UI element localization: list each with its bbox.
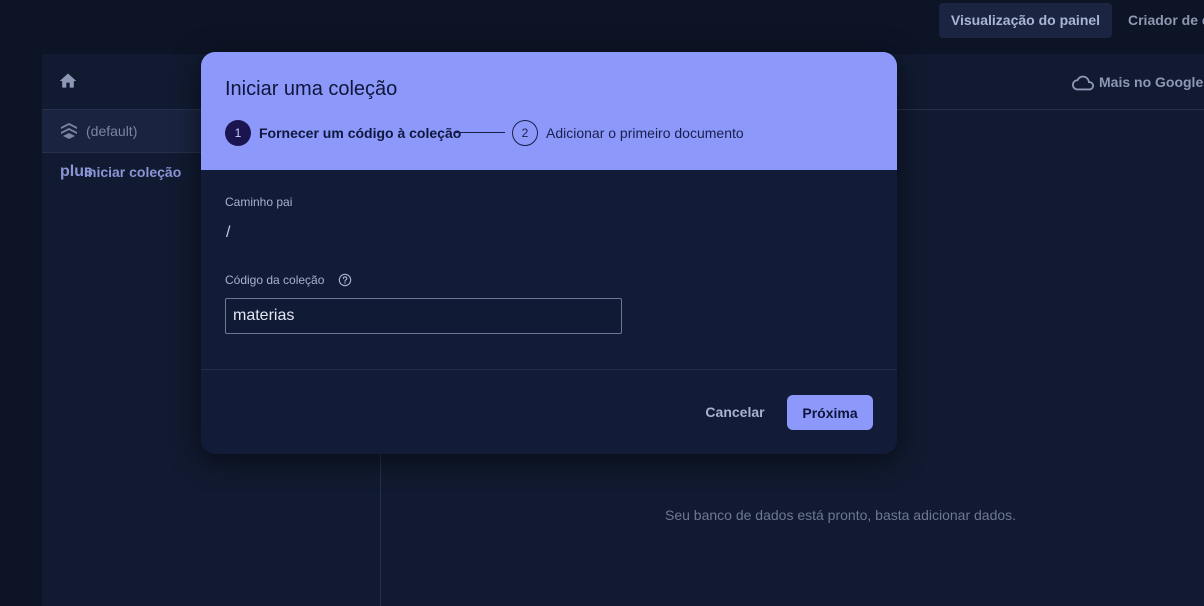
footer-divider xyxy=(201,369,897,370)
home-icon[interactable] xyxy=(58,71,78,91)
next-button[interactable]: Próxima xyxy=(787,395,873,430)
step-label: Adicionar o primeiro documento xyxy=(546,125,744,141)
collection-code-input[interactable] xyxy=(225,298,622,334)
cloud-icon xyxy=(1072,75,1094,91)
database-label: (default) xyxy=(86,123,138,139)
tab-creator[interactable]: Criador de c xyxy=(1128,3,1204,38)
stepper-connector xyxy=(455,132,505,133)
step-label: Fornecer um código à coleção xyxy=(259,125,462,141)
help-circle-icon[interactable] xyxy=(338,273,352,287)
stack-icon xyxy=(61,123,77,139)
step-number: 1 xyxy=(225,120,251,146)
tab-dashboard-view[interactable]: Visualização do painel xyxy=(939,3,1112,38)
collection-code-label: Código da coleção xyxy=(225,273,325,287)
parent-path-label: Caminho pai xyxy=(225,195,293,209)
dialog-title: Iniciar uma coleção xyxy=(225,78,398,100)
top-tabs: Visualização do painel Criador de c xyxy=(0,0,1204,40)
parent-path-value: / xyxy=(226,224,231,241)
dialog-header: Iniciar uma coleção 1 Fornecer um código… xyxy=(201,52,897,170)
cancel-button[interactable]: Cancelar xyxy=(693,395,777,429)
start-collection-label: Iniciar coleção xyxy=(84,164,182,180)
more-in-google-label: Mais no Google xyxy=(1099,74,1204,90)
start-collection-dialog: Iniciar uma coleção 1 Fornecer um código… xyxy=(201,52,897,454)
step-number: 2 xyxy=(512,120,538,146)
empty-state-message: Seu banco de dados está pronto, basta ad… xyxy=(665,507,1017,523)
